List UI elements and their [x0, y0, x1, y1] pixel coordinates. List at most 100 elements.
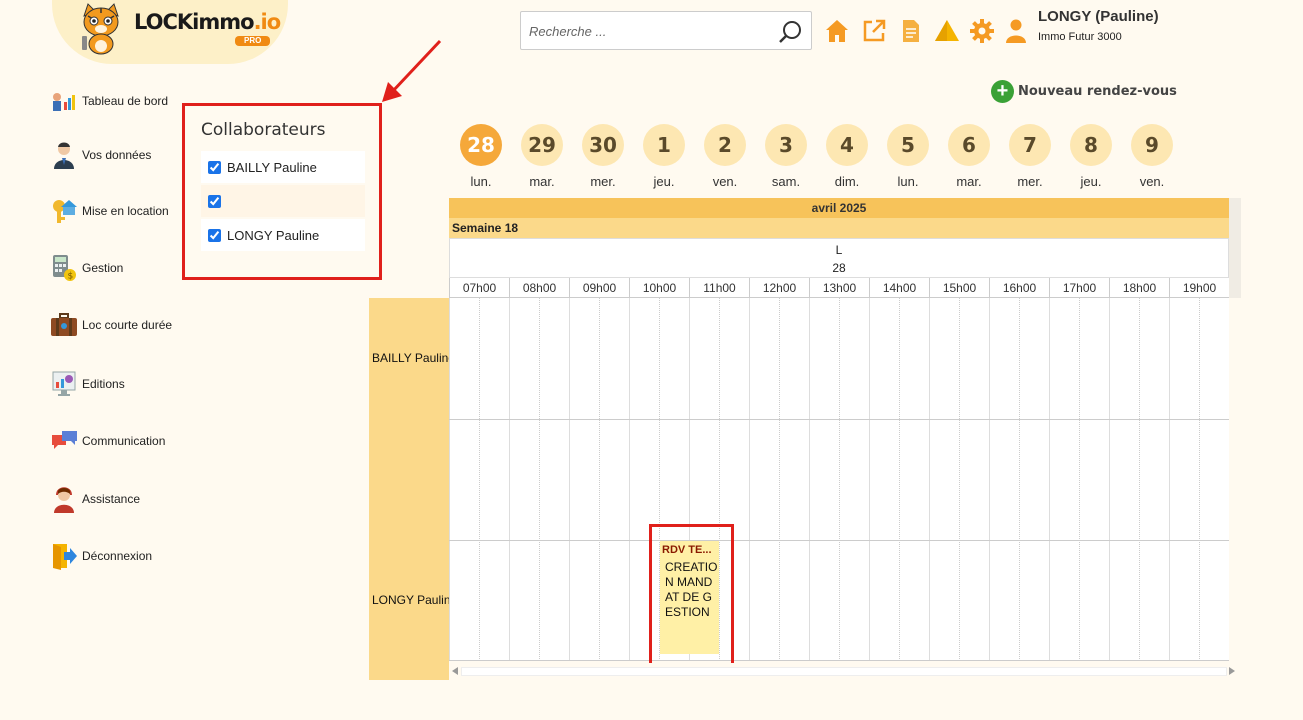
- day-number: 7: [1009, 124, 1051, 166]
- day-selector-3[interactable]: 3 sam.: [764, 124, 808, 189]
- home-icon[interactable]: [824, 18, 850, 44]
- search-box: [520, 11, 812, 50]
- day-selector-2[interactable]: 2 ven.: [703, 124, 747, 189]
- scheduler-vertical-scrollbar[interactable]: [1229, 198, 1241, 298]
- logout-icon: [50, 542, 78, 570]
- search-input[interactable]: [529, 21, 769, 41]
- day-name: mar.: [956, 174, 982, 189]
- plus-icon: +: [991, 80, 1014, 103]
- suitcase-icon: [50, 311, 78, 339]
- day-number: 1: [643, 124, 685, 166]
- day-name: sam.: [771, 174, 801, 189]
- new-appointment-button[interactable]: + Nouveau rendez-vous: [991, 80, 1177, 103]
- day-selector-28[interactable]: 28 lun.: [459, 124, 503, 189]
- hour-label: 14h00: [869, 278, 929, 297]
- person-icon: [50, 141, 78, 169]
- sidebar-item-editions[interactable]: Editions: [50, 369, 125, 399]
- day-name: mar.: [529, 174, 555, 189]
- hour-label: 13h00: [809, 278, 869, 297]
- app-logo[interactable]: LOCKimmo.io PRO: [52, 0, 288, 64]
- day-name: ven.: [712, 174, 738, 189]
- day-selector-6[interactable]: 6 mar.: [947, 124, 991, 189]
- sidebar-item-label: Communication: [82, 434, 166, 448]
- external-link-icon[interactable]: [861, 18, 887, 44]
- alert-triangle-icon[interactable]: [934, 18, 960, 44]
- hour-label: 08h00: [509, 278, 569, 297]
- sidebar-item-label: Déconnexion: [82, 549, 153, 563]
- sidebar-item-loc-courte-duree[interactable]: Loc courte durée: [50, 310, 172, 340]
- scroll-track[interactable]: [461, 667, 1227, 676]
- sidebar-item-label: Loc courte durée: [82, 318, 173, 332]
- sidebar-item-mise-en-location[interactable]: Mise en location: [50, 196, 169, 226]
- key-house-icon: [50, 197, 78, 225]
- annotation-arrow: [382, 39, 442, 102]
- sidebar-item-tableau-de-bord[interactable]: Tableau de bord: [50, 86, 168, 116]
- resource-column: BAILLY Pauline LONGY Pauline: [369, 298, 449, 680]
- day-number: 29: [521, 124, 563, 166]
- collaborator-checkbox[interactable]: [208, 228, 221, 242]
- day-selector-9[interactable]: 9 ven.: [1130, 124, 1174, 189]
- day-name: mer.: [1017, 174, 1043, 189]
- day-selector-1[interactable]: 1 jeu.: [642, 124, 686, 189]
- hour-label: 10h00: [629, 278, 689, 297]
- day-number: 8: [1070, 124, 1112, 166]
- day-selector-5[interactable]: 5 lun.: [886, 124, 930, 189]
- gear-icon[interactable]: [969, 18, 995, 44]
- day-selector-30[interactable]: 30 mer.: [581, 124, 625, 189]
- collaborator-checkbox[interactable]: [208, 160, 221, 174]
- day-selector-7[interactable]: 7 mer.: [1008, 124, 1052, 189]
- sidebar-item-deconnexion[interactable]: Déconnexion: [50, 541, 152, 571]
- resource-row-label: [369, 419, 449, 539]
- day-selector-4[interactable]: 4 dim.: [825, 124, 869, 189]
- search-icon[interactable]: [777, 19, 803, 45]
- day-selector-8[interactable]: 8 jeu.: [1069, 124, 1113, 189]
- appointment-event[interactable]: RDV TE... CREATION MANDAT DE GESTION: [660, 541, 719, 654]
- day-number: 6: [948, 124, 990, 166]
- collaborator-item[interactable]: BAILLY Pauline: [201, 151, 365, 183]
- collaborators-panel: Collaborateurs BAILLY Pauline LONGY Paul…: [182, 103, 382, 280]
- scroll-right-arrow-icon[interactable]: [1229, 667, 1235, 675]
- day-name: mer.: [590, 174, 616, 189]
- day-number: 30: [582, 124, 624, 166]
- hour-label: 09h00: [569, 278, 629, 297]
- day-name: lun.: [470, 174, 492, 189]
- new-appointment-label: Nouveau rendez-vous: [1018, 84, 1177, 99]
- brand-badge: PRO: [235, 36, 271, 46]
- day-number: 5: [887, 124, 929, 166]
- sidebar-item-label: Vos données: [82, 148, 152, 162]
- day-number: 4: [826, 124, 868, 166]
- sidebar-item-gestion[interactable]: $ Gestion: [50, 253, 123, 283]
- document-icon[interactable]: [898, 18, 924, 44]
- sidebar-item-label: Gestion: [82, 261, 124, 275]
- day-number: 28: [832, 261, 846, 275]
- day-name: jeu.: [1080, 174, 1102, 189]
- scheduler-month-header: avril 2025: [449, 198, 1229, 218]
- collaborator-item[interactable]: [201, 185, 365, 217]
- hour-label: 12h00: [749, 278, 809, 297]
- user-icon[interactable]: [1003, 18, 1029, 44]
- day-name: dim.: [834, 174, 860, 189]
- sidebar-item-vos-donnees[interactable]: Vos données: [50, 140, 151, 170]
- collaborator-item[interactable]: LONGY Pauline: [201, 219, 365, 251]
- hour-label: 15h00: [929, 278, 989, 297]
- scheduler-week-header: Semaine 18: [449, 218, 1229, 238]
- hour-label: 11h00: [689, 278, 749, 297]
- user-name[interactable]: LONGY (Pauline): [1038, 8, 1159, 25]
- day-name: jeu.: [653, 174, 675, 189]
- resource-row-label: BAILLY Pauline: [372, 351, 449, 365]
- sidebar-item-communication[interactable]: Communication: [50, 426, 165, 456]
- day-selector-29[interactable]: 29 mar.: [520, 124, 564, 189]
- sidebar-item-label: Tableau de bord: [82, 94, 169, 108]
- hour-label: 16h00: [989, 278, 1049, 297]
- dashboard-chart-icon: [50, 87, 78, 115]
- day-number: 2: [704, 124, 746, 166]
- sidebar-item-assistance[interactable]: Assistance: [50, 484, 140, 514]
- collaborator-checkbox[interactable]: [208, 194, 221, 208]
- hour-label: 19h00: [1169, 278, 1229, 297]
- event-description: CREATION MANDAT DE GESTION: [665, 560, 718, 619]
- scroll-left-arrow-icon[interactable]: [452, 667, 458, 675]
- collaborator-label: LONGY Pauline: [227, 227, 320, 243]
- user-company: Immo Futur 3000: [1038, 31, 1122, 43]
- scheduler-grid[interactable]: [449, 298, 1229, 661]
- scheduler-horizontal-scrollbar[interactable]: [449, 663, 1241, 680]
